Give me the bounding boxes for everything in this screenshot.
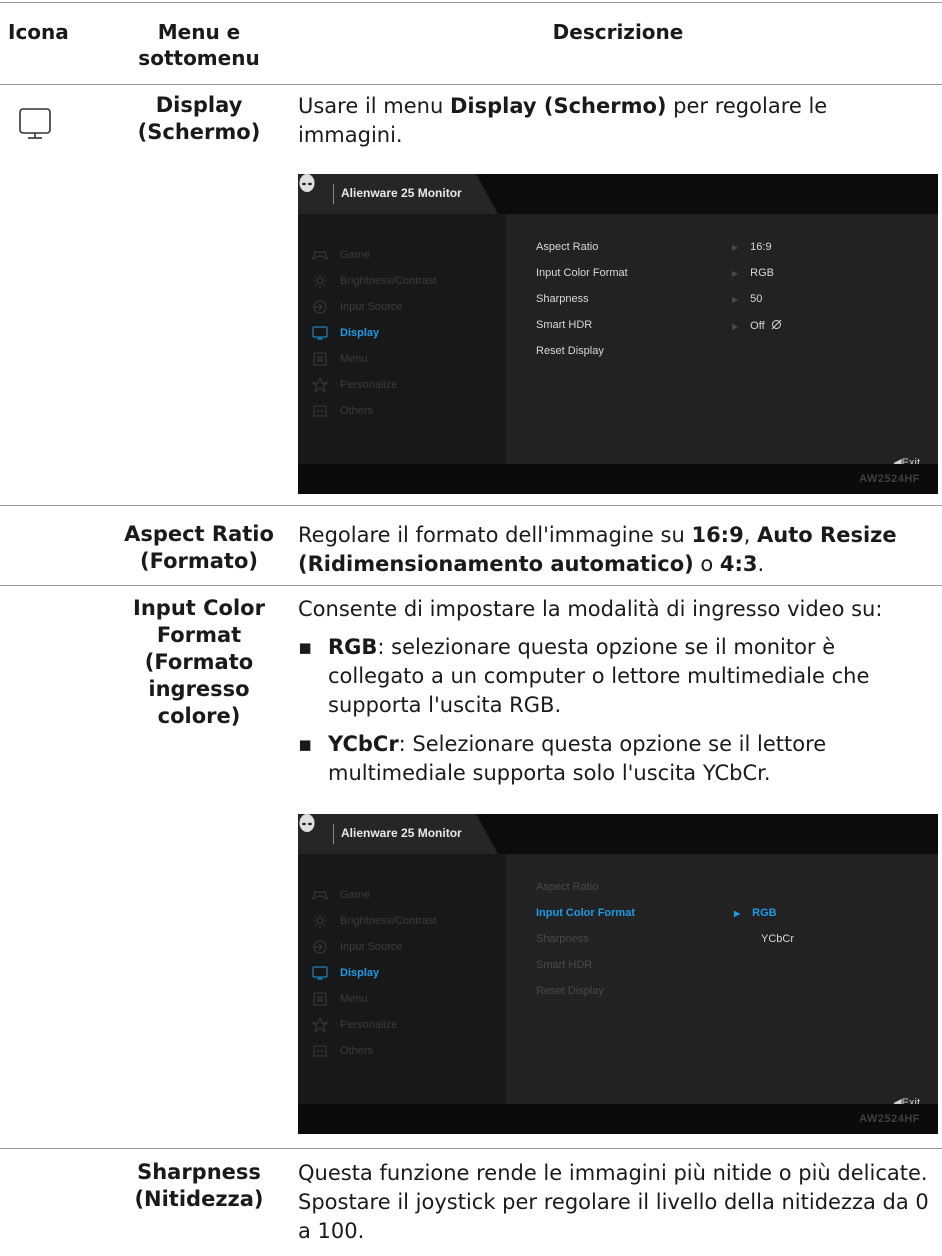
- menu-label-sharpness: Sharpness (Nitidezza): [134, 1160, 264, 1211]
- osd-screenshot-display: Alienware 25 Monitor Game Brightness/Con…: [298, 174, 938, 494]
- osd-option-reset-display[interactable]: Reset Display: [536, 345, 604, 357]
- star-icon: [312, 377, 328, 393]
- osd-screenshot-input-color-format: Alienware 25 Monitor Game Brightness/Con…: [298, 814, 938, 1134]
- monitor-icon: [312, 966, 328, 980]
- brightness-icon: [313, 274, 327, 288]
- monitor-icon: [19, 108, 51, 139]
- osd-menu-pane: Game Brightness/Contrast Input Source Di…: [298, 854, 506, 1104]
- menu-label-aspect-ratio: Aspect Ratio (Formato): [124, 522, 274, 573]
- icf-bullet-rgb: ▪ RGB: selezionare questa opzione se il …: [298, 635, 870, 717]
- alienware-logo-icon: [299, 814, 315, 832]
- star-icon: [312, 1017, 328, 1033]
- osd-model: AW2524HF: [859, 1113, 920, 1125]
- display-description: Usare il menu Display (Schermo) per rego…: [298, 94, 828, 147]
- menu-label-input-color-format: Input Color Format (Formato ingresso col…: [133, 596, 265, 728]
- osd-option-smart-hdr[interactable]: Smart HDR: [536, 959, 592, 971]
- osd-options-pane: Aspect Ratio Input Color Format Sharpnes…: [506, 854, 938, 1109]
- osd-menu-pane: Game Brightness/Contrast Input Source Di…: [298, 214, 506, 464]
- osd-subvalue-ycbcr[interactable]: YCbCr: [761, 933, 794, 945]
- osd-option-reset-display[interactable]: Reset Display: [536, 985, 604, 997]
- osd-options-pane: Aspect Ratio Input Color Format Sharpnes…: [506, 214, 938, 469]
- osd-option-aspect-ratio[interactable]: Aspect Ratio: [536, 241, 598, 253]
- aspect-ratio-description: Regolare il formato dell'immagine su 16:…: [298, 523, 897, 576]
- input-source-icon: [313, 300, 327, 314]
- osd-option-input-color-format[interactable]: Input Color Format: [536, 267, 628, 279]
- osd-title: Alienware 25 Monitor: [341, 826, 462, 840]
- osd-value-sharpness: ▶ 50: [732, 293, 763, 305]
- gamepad-icon: [312, 891, 328, 900]
- osd-option-sharpness[interactable]: Sharpness: [536, 933, 589, 945]
- osd-value-input-color-format: ▶ RGB: [732, 267, 774, 279]
- osd-option-sharpness[interactable]: Sharpness: [536, 293, 589, 305]
- input-source-icon: [313, 940, 327, 954]
- osd-title: Alienware 25 Monitor: [341, 186, 462, 200]
- row-rule-icf: [0, 585, 942, 586]
- monitor-icon: [312, 326, 328, 340]
- menu-label-display: Display (Schermo): [137, 93, 261, 144]
- others-icon: [313, 1045, 327, 1057]
- sharpness-description: Questa funzione rende le immagini più ni…: [298, 1161, 929, 1243]
- osd-value-aspect-ratio: ▶ 16:9: [732, 241, 772, 253]
- menu-icon: [313, 352, 327, 366]
- osd-option-aspect-ratio[interactable]: Aspect Ratio: [536, 881, 598, 893]
- brightness-icon: [313, 914, 327, 928]
- row-rule-aspect: [0, 505, 942, 506]
- osd-subvalue-rgb[interactable]: ▶ RGB: [734, 907, 777, 919]
- header-icon: Icona: [8, 20, 69, 44]
- gamepad-icon: [312, 251, 328, 260]
- others-icon: [313, 405, 327, 417]
- header-menu: Menu e sottomenu: [138, 20, 260, 70]
- menu-icon: [313, 992, 327, 1006]
- no-hdr-icon: [771, 319, 782, 330]
- osd-option-input-color-format[interactable]: Input Color Format: [536, 907, 635, 919]
- row-rule-sharpness: [0, 1148, 942, 1149]
- header-rule: [0, 84, 942, 85]
- icf-intro: Consente di impostare la modalità di ing…: [298, 597, 883, 621]
- osd-value-smart-hdr: ▶ Off: [732, 319, 782, 332]
- icf-bullet-ycbcr: ▪ YCbCr: Selezionare questa opzione se i…: [298, 732, 827, 785]
- osd-model: AW2524HF: [859, 473, 920, 485]
- osd-option-smart-hdr[interactable]: Smart HDR: [536, 319, 592, 331]
- header-description: Descrizione: [552, 20, 684, 44]
- top-rule: [0, 2, 942, 3]
- alienware-logo-icon: [299, 174, 315, 192]
